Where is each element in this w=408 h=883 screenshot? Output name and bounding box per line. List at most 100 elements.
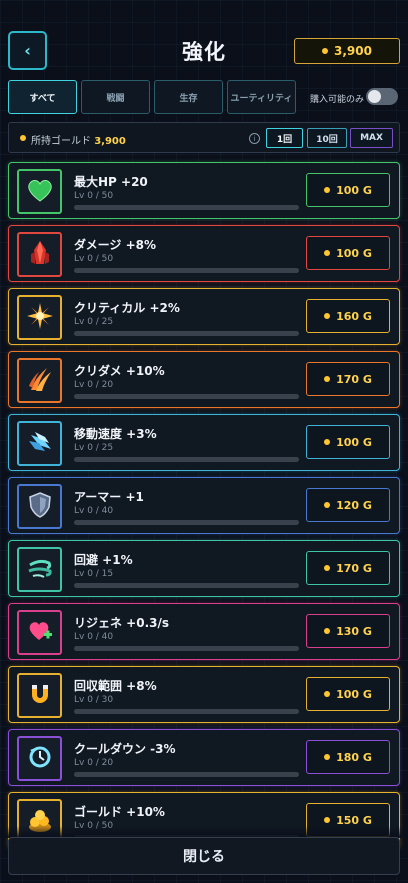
upgrade-name: 回避 +1% <box>74 553 133 567</box>
starburst-icon <box>25 301 55 335</box>
coin-icon <box>20 135 26 141</box>
crystal-icon <box>25 238 55 272</box>
upgrade-progress-bar <box>74 394 299 399</box>
coin-icon <box>324 439 331 445</box>
buy-button[interactable]: 100 G <box>306 236 390 270</box>
upgrade-level: Lv 0 / 20 <box>74 380 114 390</box>
upgrade-icon-box <box>17 169 62 214</box>
buy-button[interactable]: 180 G <box>306 740 390 774</box>
toggle-knob <box>368 90 381 103</box>
gold-counter: 3,900 <box>294 38 400 64</box>
upgrade-level: Lv 0 / 20 <box>74 758 114 768</box>
buy-button[interactable]: 100 G <box>306 677 390 711</box>
upgrade-icon-box <box>17 673 62 718</box>
upgrade-name: クールダウン -3% <box>74 742 176 756</box>
claw-icon <box>25 364 55 398</box>
buy-price: 170 G <box>336 561 372 575</box>
buy-button[interactable]: 160 G <box>306 299 390 333</box>
buy-button[interactable]: 120 G <box>306 488 390 522</box>
upgrade-card[interactable]: クリダメ +10% Lv 0 / 20 170 G <box>8 351 400 408</box>
upgrade-card[interactable]: ダメージ +8% Lv 0 / 50 100 G <box>8 225 400 282</box>
qty-1-button[interactable]: 1回 <box>266 128 303 148</box>
upgrade-card[interactable]: リジェネ +0.3/s Lv 0 / 40 130 G <box>8 603 400 660</box>
qty-max-button[interactable]: MAX <box>350 128 393 148</box>
buy-price: 130 G <box>336 624 372 638</box>
upgrade-card[interactable]: クールダウン -3% Lv 0 / 20 180 G <box>8 729 400 786</box>
upgrade-name: リジェネ +0.3/s <box>74 616 170 630</box>
owned-gold-amount: 3,900 <box>94 136 126 147</box>
coin-icon <box>324 817 331 823</box>
tab-survival[interactable]: 生存 <box>154 80 223 114</box>
buy-price: 150 G <box>336 813 372 827</box>
shield-icon <box>25 490 55 524</box>
upgrade-progress-bar <box>74 331 299 336</box>
upgrade-level: Lv 0 / 50 <box>74 254 114 264</box>
buy-button[interactable]: 170 G <box>306 362 390 396</box>
tab-combat[interactable]: 戦闘 <box>81 80 150 114</box>
upgrade-icon-box <box>17 610 62 655</box>
upgrade-name: クリダメ +10% <box>74 364 165 378</box>
upgrade-progress-bar <box>74 457 299 462</box>
owned-gold-label: 所持ゴールド 3,900 <box>31 136 126 147</box>
gold-amount: 3,900 <box>334 44 372 58</box>
upgrade-card[interactable]: クリティカル +2% Lv 0 / 25 160 G <box>8 288 400 345</box>
heart-icon <box>25 175 55 209</box>
coin-icon <box>324 313 331 319</box>
upgrade-name: 移動速度 +3% <box>74 427 157 441</box>
upgrade-icon-box <box>17 232 62 277</box>
qty-10-button[interactable]: 10回 <box>307 128 347 148</box>
upgrade-name: 回収範囲 +8% <box>74 679 157 693</box>
coin-icon <box>324 628 331 634</box>
buy-price: 120 G <box>336 498 372 512</box>
upgrade-card[interactable]: 移動速度 +3% Lv 0 / 25 100 G <box>8 414 400 471</box>
upgrade-card[interactable]: 回避 +1% Lv 0 / 15 170 G <box>8 540 400 597</box>
upgrade-level: Lv 0 / 25 <box>74 443 114 453</box>
upgrade-level: Lv 0 / 25 <box>74 317 114 327</box>
coin-icon <box>324 754 331 760</box>
upgrade-level: Lv 0 / 50 <box>74 191 114 201</box>
buy-price: 100 G <box>336 687 372 701</box>
upgrade-card[interactable]: アーマー +1 Lv 0 / 40 120 G <box>8 477 400 534</box>
category-tabs: すべて 戦闘 生存 ユーティリティ <box>8 80 296 114</box>
upgrade-progress-bar <box>74 520 299 525</box>
upgrade-progress-bar <box>74 205 299 210</box>
upgrade-card[interactable]: 最大HP +20 Lv 0 / 50 100 G <box>8 162 400 219</box>
buy-button[interactable]: 170 G <box>306 551 390 585</box>
tab-all[interactable]: すべて <box>8 80 77 114</box>
coin-icon <box>324 187 331 193</box>
affordable-filter-toggle[interactable] <box>366 88 398 105</box>
upgrade-icon-box <box>17 736 62 781</box>
buy-price: 170 G <box>336 372 372 386</box>
upgrade-progress-bar <box>74 583 299 588</box>
upgrade-icon-box <box>17 295 62 340</box>
coin-icon <box>324 250 331 256</box>
buy-price: 100 G <box>336 246 372 260</box>
buy-button[interactable]: 130 G <box>306 614 390 648</box>
wind-icon <box>25 553 55 587</box>
coin-icon <box>324 565 331 571</box>
buy-button[interactable]: 100 G <box>306 425 390 459</box>
upgrade-name: クリティカル +2% <box>74 301 180 315</box>
affordable-filter-label: 購入可能のみ <box>310 95 365 105</box>
coin-icon <box>324 376 331 382</box>
coin-icon <box>324 502 331 508</box>
upgrade-icon-box <box>17 421 62 466</box>
upgrade-level: Lv 0 / 15 <box>74 569 114 579</box>
upgrade-progress-bar <box>74 709 299 714</box>
upgrade-level: Lv 0 / 40 <box>74 632 114 642</box>
close-button[interactable]: 閉じる <box>8 837 400 875</box>
cooldown-icon <box>25 742 55 776</box>
buy-button[interactable]: 100 G <box>306 173 390 207</box>
upgrade-name: ゴールド +10% <box>74 805 165 819</box>
header: ‹ 強化 3,900 <box>0 0 408 78</box>
tab-utility[interactable]: ユーティリティ <box>227 80 296 114</box>
upgrade-name: アーマー +1 <box>74 490 144 504</box>
upgrade-name: ダメージ +8% <box>74 238 157 252</box>
info-icon[interactable]: i <box>249 133 260 144</box>
upgrade-level: Lv 0 / 30 <box>74 695 114 705</box>
coin-icon <box>322 48 329 54</box>
upgrade-card[interactable]: 回収範囲 +8% Lv 0 / 30 100 G <box>8 666 400 723</box>
dash-icon <box>25 427 55 461</box>
buy-price: 180 G <box>336 750 372 764</box>
upgrade-progress-bar <box>74 646 299 651</box>
